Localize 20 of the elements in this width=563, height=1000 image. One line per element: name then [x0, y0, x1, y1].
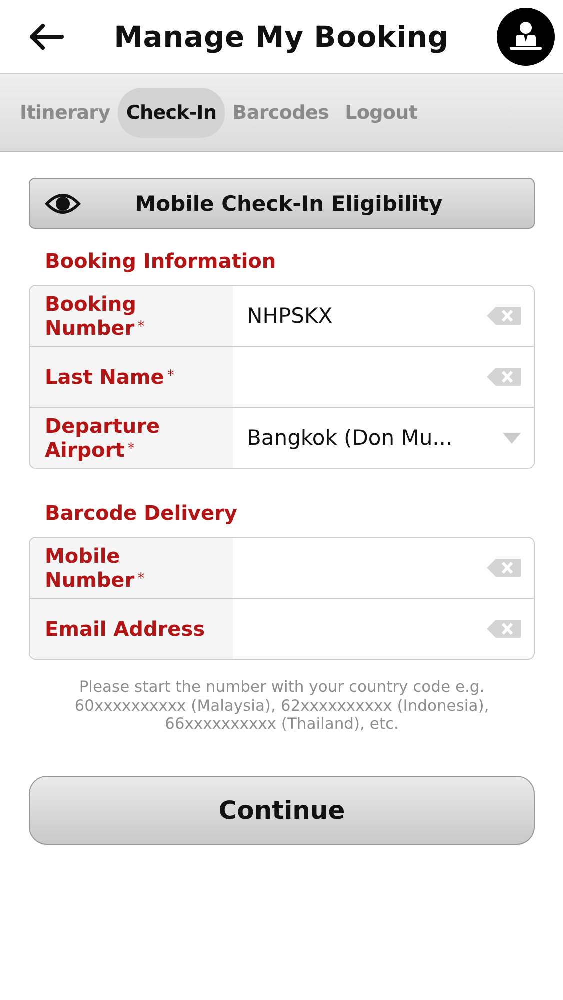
eye-icon [44, 192, 82, 216]
section-title: Barcode Delivery [45, 501, 238, 525]
clear-icon[interactable] [487, 620, 521, 638]
clear-icon[interactable] [487, 559, 521, 577]
user-avatar-icon[interactable] [497, 8, 555, 66]
clear-icon[interactable] [487, 368, 521, 386]
tab[interactable]: Check-In [118, 88, 225, 138]
dropdown-caret-icon [503, 432, 521, 444]
field-label: Booking Number$^{*}$ [45, 292, 146, 340]
page-title: Manage My Booking [113, 20, 450, 54]
section-title: Booking Information [45, 249, 278, 273]
field-label: Email Address [45, 618, 206, 640]
field-label: Departure Airport$^{*}$ [45, 414, 162, 462]
back-arrow-icon[interactable] [28, 22, 66, 52]
eligibility-button[interactable]: Mobile Check-In Eligibility [29, 178, 535, 229]
field-label: Last Name$^{*}$ [45, 365, 176, 389]
field-label: Mobile Number$^{*}$ [45, 544, 146, 592]
clear-icon[interactable] [487, 307, 521, 325]
continue-button[interactable]: Continue [29, 776, 535, 844]
hint-text: Please start the number with your country code e.g. 60xxxxxxxxxx (Malaysia), 62xxxxxxxxxx (Indonesia), 66xxxxxxxxxx (Thailand), etc. [74, 678, 490, 734]
